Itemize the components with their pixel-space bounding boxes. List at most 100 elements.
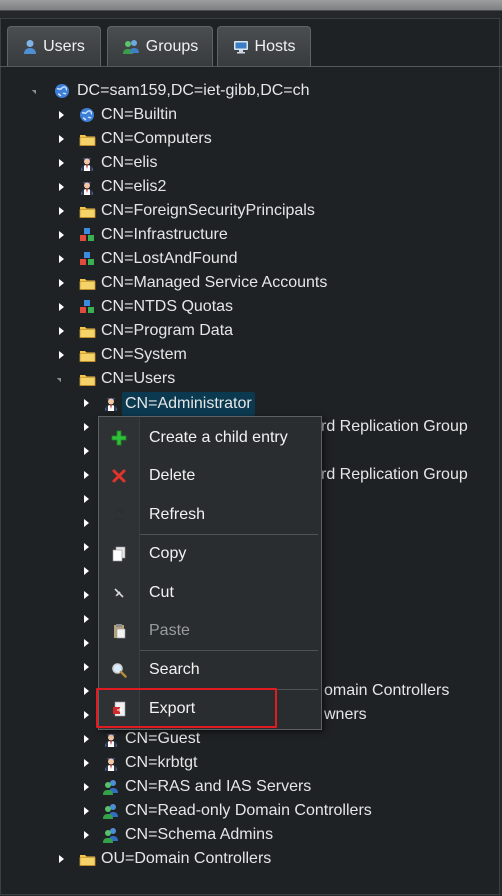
- tree-node-selected[interactable]: CN=Administrator: [122, 392, 255, 416]
- folder-icon: [78, 322, 96, 340]
- collapse-arrow-icon[interactable]: [59, 135, 64, 143]
- collapse-arrow-icon[interactable]: [84, 423, 89, 431]
- collapse-arrow-icon[interactable]: [84, 591, 89, 599]
- blocks-icon: [78, 226, 96, 244]
- collapse-arrow-icon[interactable]: [84, 519, 89, 527]
- export-highlight-box: [96, 688, 277, 728]
- collapse-arrow-icon[interactable]: [84, 447, 89, 455]
- menu-item-label: Create a child entry: [149, 429, 288, 446]
- menu-item-paste: Paste: [99, 612, 321, 650]
- menu-separator: [140, 650, 318, 651]
- tree-node[interactable]: CN=RAS and IAS Servers: [125, 775, 311, 799]
- collapse-arrow-icon[interactable]: [84, 783, 89, 791]
- tree-node[interactable]: rd Replication Group: [321, 415, 468, 439]
- collapse-arrow-icon[interactable]: [84, 567, 89, 575]
- tab-groups[interactable]: Groups: [107, 26, 213, 66]
- folder-icon: [78, 346, 96, 364]
- tree-node[interactable]: CN=Computers: [101, 127, 212, 151]
- tree-node[interactable]: CN=Read-only Domain Controllers: [125, 799, 372, 823]
- menu-item-label: Search: [149, 661, 200, 678]
- x-icon: [110, 467, 128, 485]
- tree-node[interactable]: rd Replication Group: [321, 463, 468, 487]
- menu-item-delete[interactable]: Delete: [99, 457, 321, 495]
- tree-node[interactable]: CN=elis: [101, 151, 157, 175]
- collapse-arrow-icon[interactable]: [84, 399, 89, 407]
- menu-item-search[interactable]: Search: [99, 651, 321, 689]
- tree-node[interactable]: CN=Users: [101, 367, 175, 391]
- menu-item-create-a-child-entry[interactable]: Create a child entry: [99, 419, 321, 457]
- menu-item-label: Copy: [149, 545, 187, 562]
- tree-node[interactable]: CN=System: [101, 343, 187, 367]
- tree-node[interactable]: CN=krbtgt: [125, 751, 197, 775]
- tab-users-label: Users: [43, 37, 85, 55]
- group-icon: [102, 826, 120, 844]
- group-icon: [122, 39, 140, 55]
- folder-icon: [78, 370, 96, 388]
- magnifier-icon: [110, 661, 128, 679]
- tree-node[interactable]: CN=elis2: [101, 175, 166, 199]
- tab-hosts[interactable]: Hosts: [217, 26, 311, 66]
- copy-icon: [110, 545, 128, 563]
- collapse-arrow-icon[interactable]: [59, 183, 64, 191]
- tree-node[interactable]: CN=Infrastructure: [101, 223, 228, 247]
- tab-groups-label: Groups: [145, 37, 199, 55]
- menu-separator: [140, 534, 318, 535]
- collapse-arrow-icon[interactable]: [84, 495, 89, 503]
- collapse-arrow-icon[interactable]: [84, 759, 89, 767]
- collapse-arrow-icon[interactable]: [84, 471, 89, 479]
- scissors-icon: [110, 584, 128, 602]
- monitor-icon: [233, 39, 249, 55]
- tree-node[interactable]: OU=Domain Controllers: [101, 847, 271, 871]
- tree-node[interactable]: CN=Builtin: [101, 103, 177, 127]
- menu-item-label: Cut: [149, 584, 174, 601]
- collapse-arrow-icon[interactable]: [59, 231, 64, 239]
- collapse-arrow-icon[interactable]: [59, 255, 64, 263]
- tree-node[interactable]: CN=Guest: [125, 727, 200, 751]
- context-menu: Create a child entry Delete Refresh Copy Cut…: [98, 416, 322, 730]
- user-icon: [23, 39, 37, 55]
- menu-item-label: Delete: [149, 467, 196, 484]
- collapse-arrow-icon[interactable]: [84, 807, 89, 815]
- tree-node[interactable]: CN=Managed Service Accounts: [101, 271, 327, 295]
- paste-icon: [110, 622, 128, 640]
- collapse-arrow-icon[interactable]: [59, 303, 64, 311]
- collapse-arrow-icon[interactable]: [84, 831, 89, 839]
- plus-icon: [110, 429, 128, 447]
- collapse-arrow-icon[interactable]: [84, 543, 89, 551]
- tree-node[interactable]: CN=Schema Admins: [125, 823, 273, 847]
- menu-item-copy[interactable]: Copy: [99, 535, 321, 573]
- globe-icon: [53, 82, 71, 100]
- tree-node[interactable]: CN=Program Data: [101, 319, 233, 343]
- tree-node[interactable]: wners: [324, 703, 367, 727]
- collapse-arrow-icon[interactable]: [59, 159, 64, 167]
- tree-root[interactable]: DC=sam159,DC=iet-gibb,DC=ch: [77, 79, 310, 103]
- folder-icon: [78, 202, 96, 220]
- refresh-icon: [110, 506, 128, 524]
- collapse-arrow-icon[interactable]: [84, 687, 89, 695]
- collapse-arrow-icon[interactable]: [59, 207, 64, 215]
- collapse-arrow-icon[interactable]: [59, 111, 64, 119]
- tree-node[interactable]: CN=ForeignSecurityPrincipals: [101, 199, 315, 223]
- menu-item-refresh[interactable]: Refresh: [99, 496, 321, 534]
- collapse-arrow-icon[interactable]: [59, 327, 64, 335]
- person-icon: [102, 754, 120, 772]
- tree-node[interactable]: CN=NTDS Quotas: [101, 295, 233, 319]
- globe-icon: [78, 106, 96, 124]
- collapse-arrow-icon[interactable]: [84, 639, 89, 647]
- collapse-arrow-icon[interactable]: [59, 855, 64, 863]
- person-icon: [78, 178, 96, 196]
- blocks-icon: [78, 298, 96, 316]
- tree-node[interactable]: omain Controllers: [324, 679, 449, 703]
- collapse-arrow-icon[interactable]: [59, 279, 64, 287]
- collapse-arrow-icon[interactable]: [84, 735, 89, 743]
- collapse-arrow-icon[interactable]: [84, 615, 89, 623]
- tab-users[interactable]: Users: [7, 26, 101, 66]
- tab-bar: Users Groups Hosts: [0, 18, 502, 68]
- folder-icon: [78, 130, 96, 148]
- menu-item-cut[interactable]: Cut: [99, 574, 321, 612]
- collapse-arrow-icon[interactable]: [84, 711, 89, 719]
- collapse-arrow-icon[interactable]: [84, 663, 89, 671]
- tree-node[interactable]: CN=LostAndFound: [101, 247, 238, 271]
- group-icon: [102, 778, 120, 796]
- collapse-arrow-icon[interactable]: [59, 351, 64, 359]
